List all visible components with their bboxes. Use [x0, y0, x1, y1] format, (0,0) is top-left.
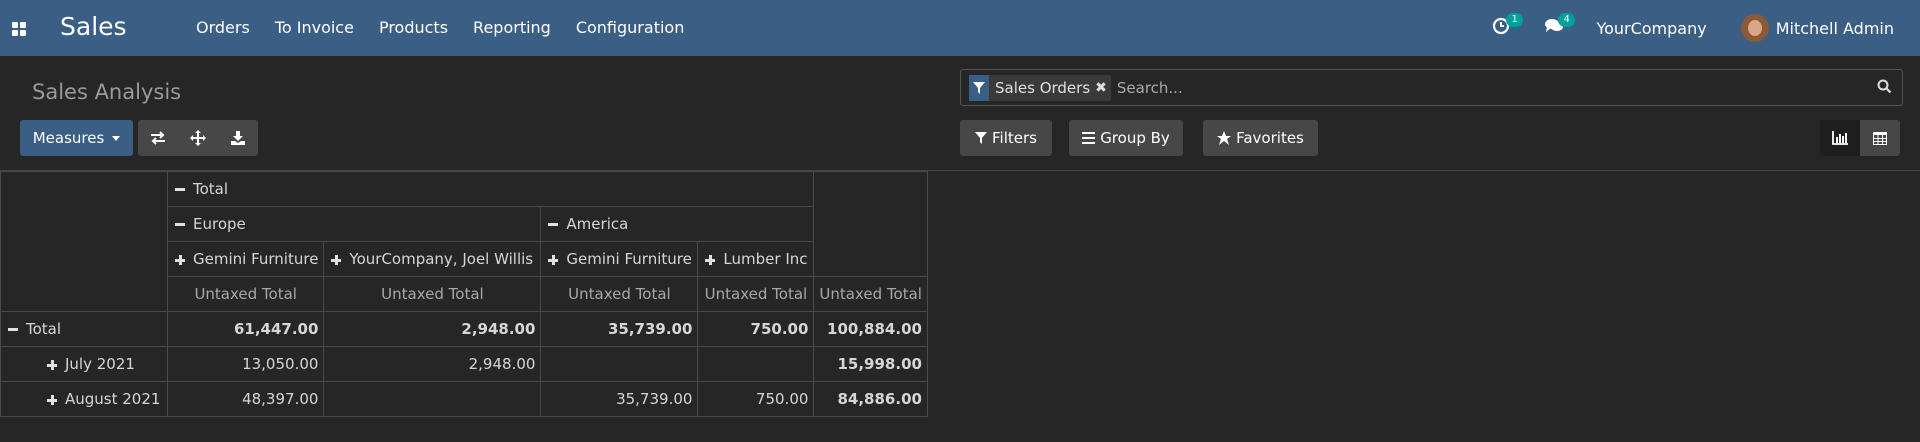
expand-icon: [175, 254, 185, 265]
pivot-total-cell[interactable]: 100,884.00: [813, 311, 928, 347]
activity-badge: 1: [1506, 13, 1523, 27]
filter-icon: [969, 74, 989, 101]
col-header-europe[interactable]: Europe: [166, 206, 542, 242]
col-header-total[interactable]: Total: [166, 171, 815, 207]
view-switcher: [1820, 120, 1900, 156]
user-name: Mitchell Admin: [1775, 18, 1894, 38]
search-facet: Sales Orders ✖: [969, 74, 1111, 101]
menu-orders[interactable]: Orders: [196, 18, 250, 37]
pivot-view-icon[interactable]: [1860, 120, 1900, 156]
pivot-cell[interactable]: 35,739.00: [540, 311, 699, 347]
measure-header[interactable]: Untaxed Total: [540, 276, 699, 312]
filter-icon: [975, 132, 988, 144]
systray: 1 4 YourCompany Mitchell Admin: [1492, 0, 1920, 56]
facet-remove-icon[interactable]: ✖: [1095, 80, 1111, 96]
col-header-europe-yourcompany[interactable]: YourCompany, Joel Willis: [323, 241, 542, 277]
filters-label: Filters: [992, 129, 1037, 147]
col-header-europe-gemini[interactable]: Gemini Furniture: [166, 241, 325, 277]
star-icon: [1217, 131, 1232, 145]
filters-button[interactable]: Filters: [960, 120, 1052, 156]
pivot-cell[interactable]: 61,447.00: [166, 311, 325, 347]
pivot-actions: [138, 120, 258, 156]
expand-icon: [47, 359, 57, 370]
collapse-icon: [548, 223, 559, 226]
breadcrumb: Sales Analysis: [32, 80, 182, 104]
col-header-america-gemini[interactable]: Gemini Furniture: [540, 241, 699, 277]
measure-header[interactable]: Untaxed Total: [166, 276, 325, 312]
app-title[interactable]: Sales: [60, 12, 127, 41]
measure-header[interactable]: Untaxed Total: [813, 276, 928, 312]
top-navbar: Sales Orders To Invoice Products Reporti…: [0, 0, 1920, 56]
search-input[interactable]: [1116, 78, 1877, 97]
pivot-total-cell[interactable]: 15,998.00: [813, 346, 928, 382]
col-header-america-lumber[interactable]: Lumber Inc: [697, 241, 815, 277]
activity-clock-icon[interactable]: 1: [1492, 13, 1523, 39]
favorites-button[interactable]: Favorites: [1203, 120, 1318, 156]
pivot-total-cell[interactable]: 84,886.00: [813, 381, 928, 417]
pivot-cell[interactable]: 13,050.00: [166, 346, 325, 382]
graph-view-icon[interactable]: [1820, 120, 1860, 156]
pivot-cell[interactable]: 750.00: [697, 311, 815, 347]
favorites-label: Favorites: [1236, 129, 1304, 147]
pivot-cell[interactable]: 35,739.00: [540, 381, 699, 417]
pivot-cell[interactable]: 2,948.00: [323, 346, 542, 382]
facet-label: Sales Orders: [995, 78, 1091, 97]
measures-label: Measures: [32, 129, 105, 147]
avatar: [1740, 14, 1769, 42]
messages-badge: 4: [1558, 13, 1575, 27]
company-switcher[interactable]: YourCompany: [1596, 19, 1706, 38]
collapse-icon: [8, 328, 18, 331]
menu-to-invoice[interactable]: To Invoice: [275, 18, 354, 37]
flip-axis-icon[interactable]: [138, 120, 178, 156]
pivot-cell[interactable]: 2,948.00: [323, 311, 542, 347]
group-by-button[interactable]: Group By: [1069, 120, 1183, 156]
collapse-icon: [175, 223, 185, 226]
pivot-cell[interactable]: 750.00: [697, 381, 815, 417]
menu-reporting[interactable]: Reporting: [473, 18, 551, 37]
chevron-down-icon: [112, 135, 121, 141]
messages-chat-icon[interactable]: 4: [1544, 13, 1575, 39]
list-bars-icon: [1082, 132, 1096, 144]
main-menu: Orders To Invoice Products Reporting Con…: [196, 18, 709, 37]
measures-button[interactable]: Measures: [20, 120, 133, 156]
pivot-corner: [0, 171, 168, 312]
user-menu[interactable]: Mitchell Admin: [1740, 14, 1894, 42]
pivot-cell[interactable]: [540, 346, 699, 382]
measure-header[interactable]: Untaxed Total: [323, 276, 542, 312]
search-icon[interactable]: [1877, 79, 1892, 98]
apps-menu-icon[interactable]: [12, 22, 26, 36]
group-by-label: Group By: [1100, 129, 1170, 147]
row-header-august-2021[interactable]: August 2021: [0, 381, 168, 417]
pivot-cell[interactable]: [697, 346, 815, 382]
measure-header[interactable]: Untaxed Total: [697, 276, 815, 312]
download-icon[interactable]: [218, 120, 258, 156]
expand-icon: [705, 254, 716, 265]
total-col-spacer: [813, 171, 928, 277]
collapse-icon: [175, 188, 185, 191]
row-header-july-2021[interactable]: July 2021: [0, 346, 168, 382]
menu-configuration[interactable]: Configuration: [576, 18, 685, 37]
expand-icon: [47, 394, 57, 405]
col-header-america[interactable]: America: [540, 206, 815, 242]
expand-icon: [548, 254, 559, 265]
pivot-table: Total Europe America Gemini Furniture Yo…: [0, 171, 928, 417]
pivot-cell[interactable]: 48,397.00: [166, 381, 325, 417]
menu-products[interactable]: Products: [379, 18, 448, 37]
search-box: Sales Orders ✖: [960, 69, 1903, 106]
expand-all-icon[interactable]: [178, 120, 218, 156]
expand-icon: [331, 254, 342, 265]
pivot-cell[interactable]: [323, 381, 542, 417]
row-header-total[interactable]: Total: [0, 311, 168, 347]
